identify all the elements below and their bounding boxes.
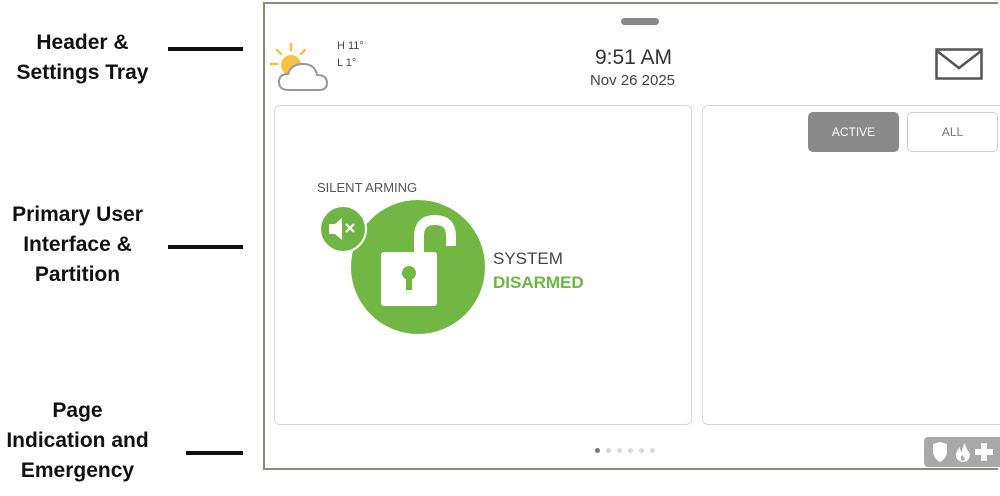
page-dot[interactable] <box>617 448 622 453</box>
page-dot[interactable] <box>606 448 611 453</box>
disarm-lock-button[interactable] <box>351 200 485 334</box>
events-card: ACTIVE ALL <box>702 105 1000 425</box>
page-dot[interactable] <box>595 448 600 453</box>
annotation-page-pointer <box>186 451 243 455</box>
annotation-primary-line1: Primary User <box>12 203 143 226</box>
annotation-header-line2: Settings Tray <box>16 61 149 84</box>
system-status: DISARMED <box>493 273 584 292</box>
clock-time: 9:51 AM <box>594 46 673 69</box>
emergency-button[interactable] <box>924 437 1000 467</box>
annotation-primary-line3: Partition <box>34 263 121 286</box>
panel-screen: H 11° L 1° 9:51 AM Nov 26 2025 SILENT AR… <box>263 2 1000 470</box>
page-dot[interactable] <box>639 448 644 453</box>
settings-tray-handle[interactable] <box>621 18 659 25</box>
annotation-header-pointer <box>168 47 243 51</box>
annotation-primary-line2: Interface & <box>23 233 132 256</box>
mail-icon[interactable] <box>935 48 983 80</box>
medical-cross-icon <box>975 443 993 461</box>
clock-date: Nov 26 2025 <box>589 72 676 89</box>
page-dot[interactable] <box>628 448 633 453</box>
tab-active[interactable]: ACTIVE <box>808 112 899 152</box>
silent-arming-toggle[interactable] <box>319 205 367 253</box>
annotation-header-line1: Header & <box>36 31 129 54</box>
silent-arming-label: SILENT ARMING <box>317 180 418 195</box>
system-label: SYSTEM <box>493 249 563 268</box>
speaker-mute-icon <box>329 218 355 240</box>
page-dot[interactable] <box>650 448 655 453</box>
primary-user-interface-card: SILENT ARMING SYSTEM DISARMED <box>274 105 692 425</box>
shield-icon <box>933 442 947 462</box>
unlocked-padlock-icon <box>381 214 456 306</box>
annotation-page: Page Indication and Emergency <box>0 396 160 486</box>
tab-all[interactable]: ALL <box>907 112 998 152</box>
fire-icon <box>955 443 970 462</box>
emergency-icons <box>933 442 993 462</box>
annotation-page-line2: Indication and <box>6 429 149 452</box>
annotation-primary-pointer <box>168 245 243 249</box>
annotation-primary: Primary User Interface & Partition <box>0 200 160 290</box>
page-indicator <box>595 448 655 453</box>
annotation-page-line3: Emergency <box>20 459 135 482</box>
annotation-page-line1: Page <box>52 399 103 422</box>
annotation-header: Header & Settings Tray <box>0 28 165 88</box>
